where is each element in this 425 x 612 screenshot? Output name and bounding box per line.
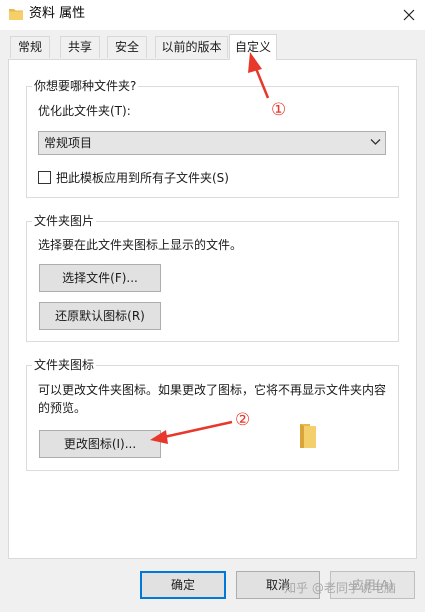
change-icon-button[interactable]: 更改图标(I)... [39,430,161,458]
tab-security[interactable]: 安全 [107,36,147,58]
close-icon [403,9,414,21]
folder-picture-description: 选择要在此文件夹图标上显示的文件。 [38,238,243,252]
tab-label: 以前的版本 [161,40,222,54]
folder-preview-icon [300,424,316,448]
choose-file-button[interactable]: 选择文件(F)... [39,264,161,292]
tab-label: 安全 [114,40,139,54]
folder-icon [9,9,23,20]
folder-icon-description-line1: 可以更改文件夹图标。如果更改了图标，它将不再显示文件夹内容 [38,383,387,397]
tab-label: 共享 [67,40,92,54]
dropdown-value: 常规项目 [44,136,93,150]
tab-previous-versions[interactable]: 以前的版本 [155,36,228,58]
folder-icon-legend: 文件夹图标 [32,357,97,373]
apply-template-label[interactable]: 把此模板应用到所有子文件夹(S) [56,170,229,186]
title-bar: 资料 属性 [0,0,425,30]
tab-general[interactable]: 常规 [10,36,50,58]
window-title: 资料 属性 [29,6,86,21]
tab-label: 常规 [17,40,42,54]
close-button[interactable] [392,0,425,30]
tab-sharing[interactable]: 共享 [60,36,100,58]
folder-type-legend: 你想要哪种文件夹? [32,78,139,94]
apply-template-checkbox[interactable] [38,171,51,184]
optimize-dropdown[interactable]: 常规项目 [38,131,386,155]
annotation-marker-1: ① [271,100,287,120]
tab-customize[interactable]: 自定义 [229,34,277,60]
tab-label: 自定义 [234,40,271,54]
optimize-label: 优化此文件夹(T): [38,104,131,118]
folder-icon-description-line2: 的预览。 [38,401,87,415]
folder-picture-legend: 文件夹图片 [32,213,97,229]
annotation-marker-2: ② [235,410,251,430]
chevron-down-icon [370,139,381,145]
watermark: 知乎 @老同学说电脑 [284,581,396,595]
restore-default-button[interactable]: 还原默认图标(R) [39,302,161,330]
ok-button[interactable]: 确定 [140,571,226,599]
